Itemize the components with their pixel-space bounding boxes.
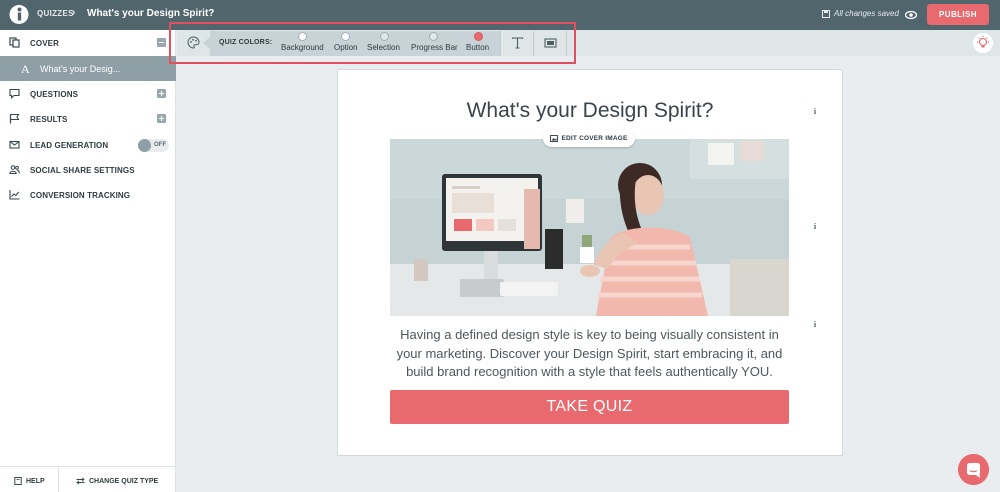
logo-icon[interactable]: [9, 4, 29, 25]
help-book-icon: [14, 477, 22, 485]
sidebar-item-results[interactable]: RESULTS: [0, 107, 176, 131]
sidebar-footer: HELP CHANGE QUIZ TYPE: [0, 466, 176, 492]
collapse-icon[interactable]: [157, 38, 166, 47]
quiz-title: What's your Design Spirit?: [87, 8, 215, 19]
toggle-state: OFF: [154, 142, 167, 148]
save-status-text: All changes saved: [834, 9, 899, 18]
add-result-icon[interactable]: [157, 114, 166, 123]
cover-image[interactable]: [390, 139, 789, 316]
cover-title[interactable]: What's your Design Spirit?: [337, 99, 843, 123]
preview-eye-icon[interactable]: [905, 9, 917, 21]
save-status: All changes saved: [822, 9, 899, 18]
sidebar-item-label: RESULTS: [30, 115, 68, 124]
sidebar-item-label: QUESTIONS: [30, 90, 79, 99]
help-button[interactable]: HELP: [14, 477, 45, 485]
annotation-highlight-box: [169, 22, 576, 64]
sidebar-item-label: CONVERSION TRACKING: [30, 191, 131, 200]
lightbulb-icon[interactable]: [973, 33, 993, 53]
sidebar-item-social-share[interactable]: SOCIAL SHARE SETTINGS: [0, 158, 176, 182]
publish-button[interactable]: PUBLISH: [927, 4, 989, 25]
change-quiz-type-button[interactable]: CHANGE QUIZ TYPE: [76, 477, 158, 485]
chevron-right-icon: ›: [72, 7, 76, 18]
toggle-knob: [138, 139, 151, 152]
info-icon[interactable]: i: [811, 321, 819, 329]
sidebar-subitem-label: What's your Desig...: [40, 64, 121, 74]
help-label: HELP: [26, 477, 45, 485]
sidebar-item-label: SOCIAL SHARE SETTINGS: [30, 166, 135, 175]
add-question-icon[interactable]: [157, 89, 166, 98]
take-quiz-button[interactable]: TAKE QUIZ: [390, 390, 789, 424]
sidebar-subitem-cover[interactable]: A What's your Desig...: [0, 56, 176, 81]
footer-divider: [58, 467, 59, 492]
breadcrumb-quizzes[interactable]: QUIZZES: [37, 9, 74, 18]
edit-cover-image-button[interactable]: EDIT COVER IMAGE: [543, 130, 635, 147]
swap-arrows-icon: [76, 477, 85, 485]
change-quiz-type-label: CHANGE QUIZ TYPE: [89, 477, 159, 485]
save-icon: [822, 9, 830, 18]
cover-description[interactable]: Having a defined design style is key to …: [390, 326, 789, 382]
envelope-icon: [9, 140, 20, 149]
sidebar-item-questions[interactable]: QUESTIONS: [0, 82, 176, 106]
chart-line-icon: [9, 190, 20, 200]
comment-icon: [9, 88, 20, 99]
sidebar-item-cover[interactable]: COVER: [0, 31, 176, 55]
text-type-icon: A: [21, 62, 30, 76]
image-icon: [550, 135, 559, 142]
sidebar: COVER A What's your Desig... QUESTIONS R…: [0, 30, 176, 492]
cover-photo-illustration: [390, 139, 789, 316]
copy-icon: [9, 37, 20, 48]
sidebar-item-conversion-tracking[interactable]: CONVERSION TRACKING: [0, 183, 176, 207]
chat-widget-icon[interactable]: [958, 454, 989, 485]
sidebar-item-label: COVER: [30, 39, 59, 48]
info-icon[interactable]: i: [811, 223, 819, 231]
users-icon: [9, 165, 20, 174]
sidebar-item-label: LEAD GENERATION: [30, 141, 109, 150]
flag-icon: [9, 113, 20, 124]
info-icon[interactable]: i: [811, 108, 819, 116]
sidebar-item-lead-generation[interactable]: LEAD GENERATION OFF: [0, 133, 176, 157]
lead-generation-toggle[interactable]: OFF: [138, 139, 169, 152]
edit-cover-image-label: EDIT COVER IMAGE: [561, 135, 628, 142]
